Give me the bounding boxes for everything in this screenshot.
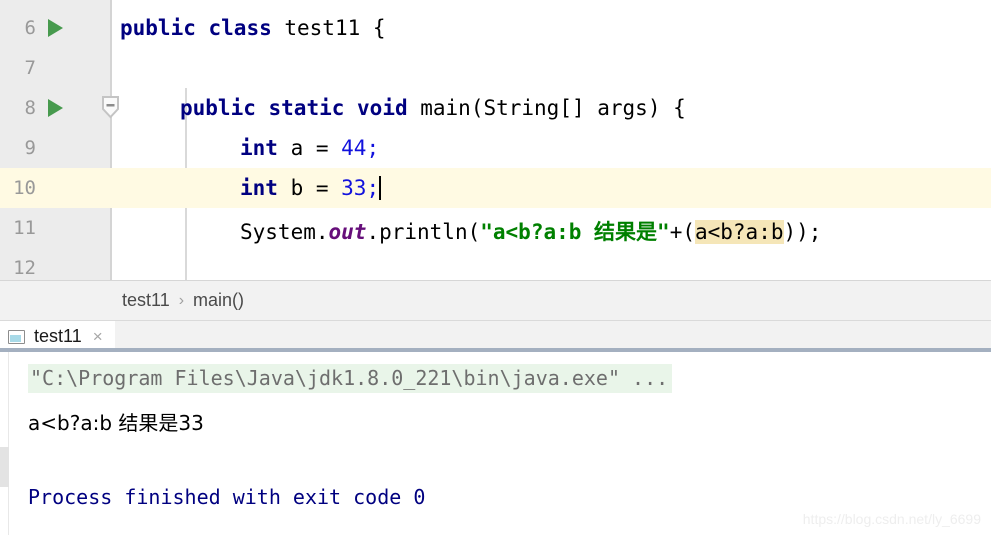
console-gutter — [0, 352, 9, 535]
variable-b-assign: b = — [277, 176, 342, 200]
line-number: 8 — [24, 97, 36, 119]
line-number: 10 — [13, 177, 36, 199]
keyword-class: class — [208, 16, 272, 40]
keyword-public: public — [180, 96, 256, 120]
run-gutter-icon[interactable] — [48, 19, 63, 37]
chevron-right-icon: › — [178, 291, 185, 309]
main-signature: main(String[] args) { — [407, 96, 686, 120]
number-literal-44: 44 — [341, 136, 367, 160]
line-number: 12 — [13, 257, 36, 279]
close-icon[interactable]: × — [93, 328, 103, 345]
statement-tail: )); — [783, 220, 822, 244]
console-command-line: "C:\Program Files\Java\jdk1.8.0_221\bin\… — [28, 364, 673, 393]
text-caret — [379, 176, 382, 200]
system-prefix: System. — [240, 220, 329, 244]
run-tool-window-tabbar: test11 × — [0, 320, 991, 352]
breadcrumb-item-class[interactable]: test11 — [122, 290, 170, 311]
println-call: .println( — [366, 220, 481, 244]
console-icon — [8, 329, 25, 344]
semicolon: ; — [366, 136, 380, 160]
code-text: public class test11 { — [120, 16, 386, 40]
watermark: https://blog.csdn.net/ly_6699 — [802, 511, 981, 527]
editor-line-6[interactable]: 6 public class test11 { — [0, 8, 991, 48]
semicolon: ; — [366, 176, 380, 200]
code-text: int b = 33; — [240, 176, 382, 200]
tab-label: test11 — [34, 326, 82, 346]
breadcrumb[interactable]: test11 › main() — [0, 280, 991, 320]
editor-line-10-current[interactable]: 10 int b = 33; — [0, 168, 991, 208]
editor-line-9[interactable]: 9 int a = 44; — [0, 128, 991, 168]
line-number: 11 — [13, 217, 36, 239]
highlighted-ternary-expression: a<b?a:b — [694, 220, 784, 244]
variable-a-assign: a = — [277, 136, 342, 160]
line-number: 7 — [24, 57, 36, 79]
line-number: 9 — [24, 137, 36, 159]
concat-operator: +( — [669, 220, 695, 244]
code-text: int a = 44; — [240, 136, 379, 160]
line-number: 6 — [24, 17, 36, 39]
number-literal-33: 33 — [341, 176, 367, 200]
out-field: out — [328, 220, 367, 244]
run-console[interactable]: "C:\Program Files\Java\jdk1.8.0_221\bin\… — [0, 352, 991, 535]
editor-line-7[interactable]: 7 — [0, 48, 991, 88]
console-exit-line: Process finished with exit code 0 — [28, 485, 426, 509]
keyword-static: static — [268, 96, 345, 120]
console-program-output: a<b?a:b 结果是33 — [28, 411, 204, 435]
keyword-int: int — [240, 176, 278, 200]
breadcrumb-item-method[interactable]: main() — [193, 290, 244, 311]
code-fold-collapse-icon[interactable] — [101, 96, 120, 120]
keyword-public: public — [120, 16, 196, 40]
ide-window: 6 public class test11 { 7 8 public stati… — [0, 0, 991, 535]
class-name-decl: test11 { — [271, 16, 386, 40]
editor-line-8[interactable]: 8 public static void main(String[] args)… — [0, 88, 991, 128]
code-text: System.out.println("a<b?a:b 结果是"+(a<b?a:… — [240, 216, 821, 246]
code-editor[interactable]: 6 public class test11 { 7 8 public stati… — [0, 0, 991, 280]
run-gutter-icon[interactable] — [48, 99, 63, 117]
editor-line-11[interactable]: 11 System.out.println("a<b?a:b 结果是"+(a<b… — [0, 208, 991, 248]
string-literal: "a<b?a:b 结果是" — [480, 220, 670, 244]
keyword-void: void — [357, 96, 408, 120]
code-text: public static void main(String[] args) { — [180, 96, 686, 120]
editor-line-12[interactable]: 12 — [0, 248, 991, 280]
console-gutter-shade — [0, 447, 9, 487]
keyword-int: int — [240, 136, 278, 160]
